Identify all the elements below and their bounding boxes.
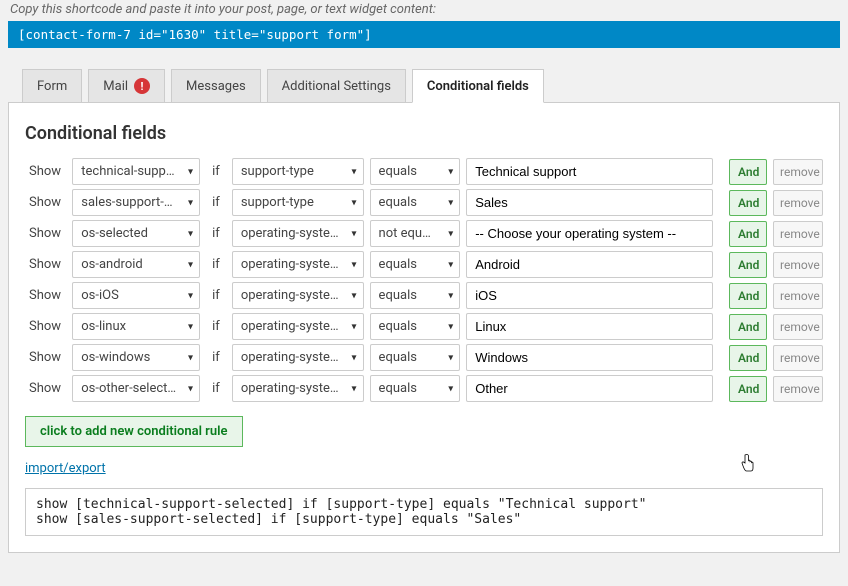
shortcode-hint: Copy this shortcode and paste it into yo… <box>0 0 848 19</box>
and-button[interactable]: And <box>729 283 767 309</box>
rules-list: Show technical-support-selected if support-… <box>25 158 823 402</box>
tab-form[interactable]: Form <box>22 69 82 103</box>
value-input[interactable] <box>466 344 713 371</box>
rule-row: Show os-linux if operating-systemequals Andr… <box>25 313 823 340</box>
group-select[interactable]: os-other-selected <box>72 375 200 402</box>
remove-button[interactable]: remove <box>773 345 823 371</box>
field-select[interactable]: operating-system <box>232 375 364 402</box>
tab-label: Mail <box>103 79 128 94</box>
label-if: if <box>206 381 226 396</box>
field-select[interactable]: support-type <box>232 158 364 185</box>
tab-label: Messages <box>186 79 246 94</box>
field-select[interactable]: operating-system <box>232 313 364 340</box>
field-select[interactable]: operating-system <box>232 344 364 371</box>
and-button[interactable]: And <box>729 314 767 340</box>
value-input[interactable] <box>466 158 713 185</box>
value-input[interactable] <box>466 313 713 340</box>
rule-row: Show os-iOS if operating-systemequals Andrem… <box>25 282 823 309</box>
operator-select[interactable]: equals <box>370 344 461 371</box>
and-button[interactable]: And <box>729 159 767 185</box>
rule-row: Show os-windows if operating-systemequals An… <box>25 344 823 371</box>
remove-button[interactable]: remove <box>773 159 823 185</box>
value-input[interactable] <box>466 189 713 216</box>
and-button[interactable]: And <box>729 376 767 402</box>
value-input[interactable] <box>466 282 713 309</box>
label-if: if <box>206 319 226 334</box>
label-if: if <box>206 350 226 365</box>
group-select[interactable]: os-linux <box>72 313 200 340</box>
add-rule-button[interactable]: click to add new conditional rule <box>25 416 243 447</box>
remove-button[interactable]: remove <box>773 314 823 340</box>
remove-button[interactable]: remove <box>773 190 823 216</box>
remove-button[interactable]: remove <box>773 252 823 278</box>
tab-conditional-fields[interactable]: Conditional fields <box>412 69 544 103</box>
label-if: if <box>206 288 226 303</box>
value-input[interactable] <box>466 375 713 402</box>
group-select[interactable]: os-windows <box>72 344 200 371</box>
and-button[interactable]: And <box>729 345 767 371</box>
remove-button[interactable]: remove <box>773 376 823 402</box>
tab-label: Form <box>37 79 67 94</box>
label-if: if <box>206 164 226 179</box>
field-select[interactable]: operating-system <box>232 251 364 278</box>
rule-row: Show os-other-selected if operating-systeme… <box>25 375 823 402</box>
operator-select[interactable]: equals <box>370 282 461 309</box>
value-input[interactable] <box>466 251 713 278</box>
and-button[interactable]: And <box>729 252 767 278</box>
rule-row: Show os-android if operating-systemequals An… <box>25 251 823 278</box>
rule-row: Show sales-support-selected if support-type… <box>25 189 823 216</box>
value-input[interactable] <box>466 220 713 247</box>
operator-select[interactable]: not equals <box>370 220 461 247</box>
warning-icon: ! <box>134 78 150 94</box>
conditional-fields-panel: Conditional fields Show technical-support… <box>8 103 840 553</box>
rule-row: Show os-selected if operating-systemnot equ… <box>25 220 823 247</box>
import-export-link[interactable]: import/export <box>25 461 106 476</box>
field-select[interactable]: operating-system <box>232 282 364 309</box>
operator-select[interactable]: equals <box>370 158 461 185</box>
remove-button[interactable]: remove <box>773 283 823 309</box>
tabs: Form Mail ! Messages Additional Settings… <box>8 68 840 103</box>
label-show: Show <box>25 195 66 210</box>
label-if: if <box>206 257 226 272</box>
field-select[interactable]: support-type <box>232 189 364 216</box>
tab-label: Additional Settings <box>282 79 391 94</box>
label-show: Show <box>25 319 66 334</box>
label-show: Show <box>25 288 66 303</box>
and-button[interactable]: And <box>729 190 767 216</box>
tab-label: Conditional fields <box>427 79 529 94</box>
label-show: Show <box>25 381 66 396</box>
group-select[interactable]: os-iOS <box>72 282 200 309</box>
tab-additional-settings[interactable]: Additional Settings <box>267 69 406 103</box>
remove-button[interactable]: remove <box>773 221 823 247</box>
operator-select[interactable]: equals <box>370 189 461 216</box>
label-if: if <box>206 226 226 241</box>
field-select[interactable]: operating-system <box>232 220 364 247</box>
group-select[interactable]: sales-support-selected <box>72 189 200 216</box>
operator-select[interactable]: equals <box>370 251 461 278</box>
label-show: Show <box>25 350 66 365</box>
tab-messages[interactable]: Messages <box>171 69 261 103</box>
and-button[interactable]: And <box>729 221 767 247</box>
rule-row: Show technical-support-selected if support-… <box>25 158 823 185</box>
operator-select[interactable]: equals <box>370 313 461 340</box>
group-select[interactable]: technical-support-selected <box>72 158 200 185</box>
label-show: Show <box>25 226 66 241</box>
group-select[interactable]: os-android <box>72 251 200 278</box>
shortcode-bar[interactable]: [contact-form-7 id="1630" title="support… <box>8 21 840 48</box>
tab-mail[interactable]: Mail ! <box>88 69 165 103</box>
label-show: Show <box>25 257 66 272</box>
rules-text-block[interactable]: show [technical-support-selected] if [su… <box>25 488 823 536</box>
label-if: if <box>206 195 226 210</box>
group-select[interactable]: os-selected <box>72 220 200 247</box>
label-show: Show <box>25 164 66 179</box>
operator-select[interactable]: equals <box>370 375 461 402</box>
panel-title: Conditional fields <box>25 123 823 144</box>
